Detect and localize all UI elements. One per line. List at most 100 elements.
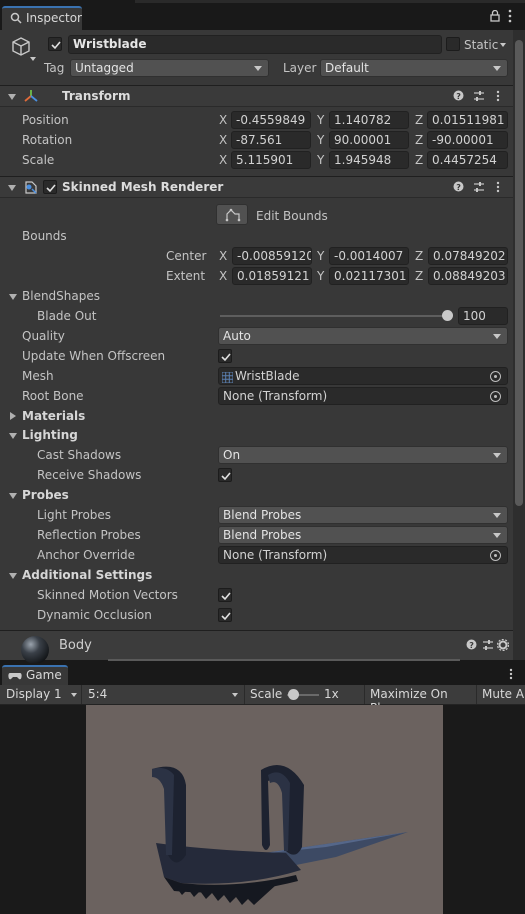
game-tab[interactable]: Game bbox=[2, 665, 68, 685]
position-z-axis[interactable]: Z bbox=[415, 112, 423, 128]
preset-icon[interactable] bbox=[482, 639, 494, 654]
skinned-mesh-renderer-header[interactable]: Skinned Mesh Renderer ? bbox=[0, 176, 513, 198]
component-menu-icon[interactable] bbox=[496, 181, 500, 196]
update-offscreen-label[interactable]: Update When Offscreen bbox=[22, 348, 165, 364]
position-label[interactable]: Position bbox=[22, 112, 69, 128]
extent-z-axis[interactable]: Z bbox=[415, 268, 423, 284]
object-name-field[interactable]: Wristblade bbox=[68, 35, 442, 54]
smr-enabled-checkbox[interactable] bbox=[43, 180, 57, 194]
mesh-label[interactable]: Mesh bbox=[22, 368, 54, 384]
scale-y-field[interactable]: 1.945948 bbox=[329, 151, 409, 169]
layer-dropdown[interactable]: Default bbox=[320, 59, 508, 77]
extent-y-axis[interactable]: Y bbox=[317, 268, 324, 284]
icon-dropdown-caret[interactable] bbox=[30, 57, 36, 61]
center-label[interactable]: Center bbox=[166, 248, 206, 264]
center-z-axis[interactable]: Z bbox=[415, 248, 423, 264]
reflection-probes-label[interactable]: Reflection Probes bbox=[37, 527, 141, 543]
position-x-field[interactable]: -0.4559849 bbox=[231, 111, 311, 129]
extent-z-field[interactable]: 0.08849203 bbox=[428, 267, 508, 285]
slider-thumb[interactable] bbox=[442, 310, 453, 321]
receive-shadows-checkbox[interactable] bbox=[218, 468, 232, 482]
dynamic-occlusion-checkbox[interactable] bbox=[218, 608, 232, 622]
blade-out-value-field[interactable]: 100 bbox=[458, 307, 508, 325]
active-checkbox[interactable] bbox=[48, 37, 62, 51]
position-y-axis[interactable]: Y bbox=[317, 112, 324, 128]
probes-foldout-icon[interactable] bbox=[9, 493, 17, 499]
gear-icon[interactable] bbox=[496, 638, 510, 654]
scale-z-field[interactable]: 0.4457254 bbox=[427, 151, 508, 169]
game-scale-slider[interactable] bbox=[287, 689, 319, 701]
scrollbar-thumb[interactable] bbox=[515, 40, 523, 506]
quality-label[interactable]: Quality bbox=[22, 328, 65, 344]
object-picker-icon[interactable] bbox=[490, 391, 501, 402]
mute-audio-button[interactable]: Mute Au bbox=[476, 685, 525, 704]
rotation-label[interactable]: Rotation bbox=[22, 132, 72, 148]
center-x-field[interactable]: -0.00859120 bbox=[232, 247, 312, 265]
transform-header[interactable]: Transform ? bbox=[0, 85, 513, 107]
static-dropdown-caret[interactable] bbox=[500, 43, 506, 47]
scale-y-axis[interactable]: Y bbox=[317, 152, 324, 168]
help-icon[interactable]: ? bbox=[466, 639, 477, 653]
extent-x-field[interactable]: 0.01859121 bbox=[232, 267, 312, 285]
scale-z-axis[interactable]: Z bbox=[415, 152, 423, 168]
anchor-override-field[interactable]: None (Transform) bbox=[218, 546, 508, 564]
probes-label[interactable]: Probes bbox=[22, 487, 69, 503]
scale-x-field[interactable]: 5.115901 bbox=[231, 151, 311, 169]
additional-settings-foldout-icon[interactable] bbox=[9, 573, 17, 579]
rotation-z-field[interactable]: -90.00001 bbox=[427, 131, 508, 149]
extent-x-axis[interactable]: X bbox=[219, 268, 227, 284]
position-z-field[interactable]: 0.01511981 bbox=[427, 111, 508, 129]
lock-icon[interactable] bbox=[490, 9, 500, 25]
game-tab-more-icon[interactable] bbox=[509, 668, 513, 683]
maximize-on-play-button[interactable]: Maximize On Play bbox=[364, 685, 475, 715]
aspect-dropdown[interactable]: 5:4 bbox=[83, 685, 245, 704]
blade-out-label[interactable]: Blade Out bbox=[37, 308, 97, 324]
help-icon[interactable]: ? bbox=[453, 90, 464, 104]
preset-icon[interactable] bbox=[473, 181, 485, 196]
light-probes-label[interactable]: Light Probes bbox=[37, 507, 111, 523]
update-offscreen-checkbox[interactable] bbox=[218, 349, 232, 363]
object-picker-icon[interactable] bbox=[490, 371, 501, 382]
slider-thumb[interactable] bbox=[288, 689, 299, 700]
root-bone-label[interactable]: Root Bone bbox=[22, 388, 84, 404]
light-probes-dropdown[interactable]: Blend Probes bbox=[218, 506, 508, 524]
center-y-field[interactable]: -0.0014007 bbox=[329, 247, 409, 265]
tab-more-icon[interactable] bbox=[508, 9, 512, 26]
materials-label[interactable]: Materials bbox=[22, 408, 85, 424]
rotation-y-field[interactable]: 90.00001 bbox=[329, 131, 409, 149]
lighting-foldout-icon[interactable] bbox=[9, 433, 17, 439]
skinned-motion-vectors-label[interactable]: Skinned Motion Vectors bbox=[37, 587, 178, 603]
quality-dropdown[interactable]: Auto bbox=[218, 327, 508, 345]
position-y-field[interactable]: 1.140782 bbox=[329, 111, 409, 129]
blade-out-slider[interactable] bbox=[220, 309, 454, 323]
game-render[interactable] bbox=[86, 705, 443, 914]
reflection-probes-dropdown[interactable]: Blend Probes bbox=[218, 526, 508, 544]
inspector-scrollbar[interactable] bbox=[513, 30, 525, 660]
center-x-axis[interactable]: X bbox=[219, 248, 227, 264]
extent-y-field[interactable]: 0.02117301 bbox=[329, 267, 409, 285]
material-header[interactable]: Body ? bbox=[0, 630, 513, 664]
rotation-x-axis[interactable]: X bbox=[219, 132, 227, 148]
object-picker-icon[interactable] bbox=[490, 550, 501, 561]
static-checkbox[interactable] bbox=[446, 37, 460, 51]
materials-foldout-icon[interactable] bbox=[10, 412, 16, 420]
rotation-z-axis[interactable]: Z bbox=[415, 132, 423, 148]
blendshapes-foldout-icon[interactable] bbox=[9, 294, 17, 300]
preset-icon[interactable] bbox=[473, 90, 485, 105]
extent-label[interactable]: Extent bbox=[166, 268, 205, 284]
rotation-y-axis[interactable]: Y bbox=[317, 132, 324, 148]
rotation-x-field[interactable]: -87.561 bbox=[231, 131, 311, 149]
dynamic-occlusion-label[interactable]: Dynamic Occlusion bbox=[37, 607, 152, 623]
position-x-axis[interactable]: X bbox=[219, 112, 227, 128]
component-menu-icon[interactable] bbox=[496, 90, 500, 105]
center-z-field[interactable]: 0.07849202 bbox=[428, 247, 508, 265]
anchor-override-label[interactable]: Anchor Override bbox=[37, 547, 135, 563]
center-y-axis[interactable]: Y bbox=[317, 248, 324, 264]
help-icon[interactable]: ? bbox=[453, 181, 464, 195]
blendshapes-label[interactable]: BlendShapes bbox=[22, 288, 100, 304]
display-dropdown[interactable]: Display 1 bbox=[0, 685, 82, 704]
cast-shadows-label[interactable]: Cast Shadows bbox=[37, 447, 121, 463]
static-label[interactable]: Static bbox=[464, 37, 498, 53]
scale-label[interactable]: Scale bbox=[22, 152, 54, 168]
lighting-label[interactable]: Lighting bbox=[22, 427, 78, 443]
